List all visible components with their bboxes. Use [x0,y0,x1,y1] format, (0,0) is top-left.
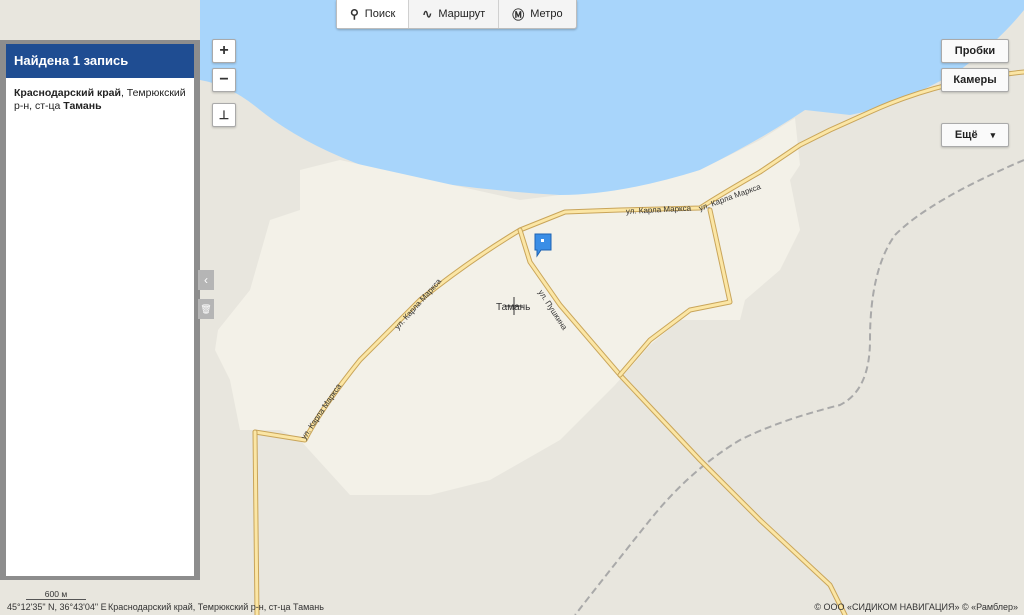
status-bar: 45°12'35" N, 36°43'04" E Краснодарский к… [0,600,1024,615]
tab-route[interactable]: ∿ Маршрут [408,0,498,28]
tab-metro-label: Метро [530,8,563,20]
town-label: Тамань [496,302,530,313]
result-place: Тамань [63,100,102,112]
tab-search-label: Поиск [364,8,396,20]
results-panel: Найдена 1 запись Краснодарский край, Тем… [0,40,200,580]
scale-bar: 600 м [26,589,86,600]
address-readout: Краснодарский край, Темрюкский р-н, ст-ц… [108,602,324,612]
chevron-left-icon: ‹ [204,273,208,287]
mode-tabs: ⚲ Поиск ∿ Маршрут Ⓜ Метро [336,0,577,29]
scale-label: 600 м [44,589,68,599]
chevron-down-icon: ▾ [990,130,996,140]
more-button[interactable]: Ещё ▾ [941,123,1009,147]
collapse-panel-button[interactable]: ‹ [198,270,214,290]
zoom-out-button[interactable]: − [212,68,236,92]
cameras-label: Камеры [953,74,997,86]
result-item[interactable]: Краснодарский край, Темрюкский р-н, ст-ц… [6,78,194,122]
metro-icon: Ⓜ [512,7,525,22]
copyright-text: © ООО «СИДИКОМ НАВИГАЦИЯ» © «Рамблер» [814,602,1018,612]
traffic-label: Пробки [954,45,996,57]
minus-icon: − [219,71,229,88]
more-label: Ещё [954,129,978,141]
route-icon: ∿ [422,7,433,21]
coordinates-readout: 45°12'35" N, 36°43'04" E [7,602,107,612]
zoom-in-button[interactable]: + [212,39,236,63]
road-west [253,430,259,615]
results-title: Найдена 1 запись [6,44,194,78]
plus-icon: + [219,42,229,59]
trash-icon: 🗑 [200,304,212,314]
ruler-button[interactable]: ⊥ [212,103,236,127]
traffic-button[interactable]: Пробки [941,39,1009,63]
tab-search[interactable]: ⚲ Поиск [337,0,409,28]
trash-button[interactable]: 🗑 [198,299,214,319]
result-region: Краснодарский край [14,87,121,99]
tab-route-label: Маршрут [438,8,486,20]
cameras-button[interactable]: Камеры [941,68,1009,92]
tab-metro[interactable]: Ⓜ Метро [498,0,575,28]
search-icon: ⚲ [350,7,359,21]
results-panel-body: Найдена 1 запись Краснодарский край, Тем… [6,44,194,576]
ruler-icon: ⊥ [218,108,230,122]
